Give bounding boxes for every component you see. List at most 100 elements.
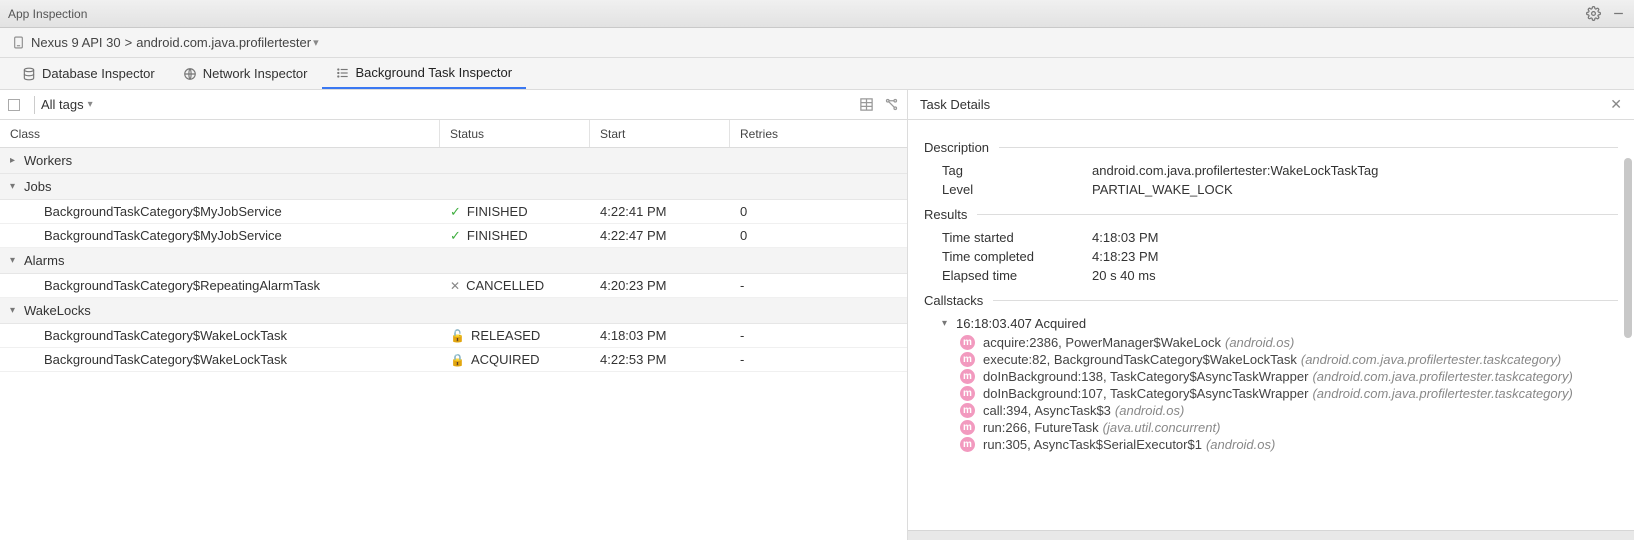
kv-time-started: Time started 4:18:03 PM	[942, 230, 1618, 245]
graph-view-icon[interactable]	[884, 97, 899, 112]
task-details-panel: Task Details ✕ Description Tag android.c…	[908, 90, 1634, 540]
cell-class: BackgroundTaskCategory$RepeatingAlarmTas…	[0, 278, 440, 293]
kv-elapsed: Elapsed time 20 s 40 ms	[942, 268, 1618, 283]
tab-label: Database Inspector	[42, 66, 155, 81]
section-description: Description	[924, 140, 1618, 155]
th-class[interactable]: Class	[0, 120, 440, 147]
cell-start: 4:22:41 PM	[590, 204, 730, 219]
tab-label: Network Inspector	[203, 66, 308, 81]
tab-background-task-inspector[interactable]: Background Task Inspector	[322, 58, 527, 89]
group-alarms[interactable]: ▾ Alarms	[0, 248, 907, 274]
cell-status: 🔒ACQUIRED	[440, 352, 590, 367]
group-jobs[interactable]: ▾ Jobs	[0, 174, 907, 200]
chevron-down-icon: ▾	[10, 255, 24, 266]
globe-icon	[183, 67, 197, 81]
table-row[interactable]: BackgroundTaskCategory$MyJobService ✓FIN…	[0, 200, 907, 224]
method-badge-icon: m	[960, 420, 975, 435]
lock-icon: 🔒	[450, 353, 465, 367]
stack-frame[interactable]: mdoInBackground:138, TaskCategory$AsyncT…	[960, 369, 1618, 384]
task-list-toolbar: All tags ▾	[0, 90, 907, 120]
cell-start: 4:22:53 PM	[590, 352, 730, 367]
details-title: Task Details	[920, 97, 1610, 112]
chevron-down-icon: ▾	[10, 305, 24, 316]
th-start[interactable]: Start	[590, 120, 730, 147]
breadcrumb-process: android.com.java.profilertester	[136, 35, 311, 50]
gear-icon[interactable]	[1586, 6, 1601, 21]
kv-tag: Tag android.com.java.profilertester:Wake…	[942, 163, 1618, 178]
chevron-down-icon: ▾	[88, 99, 93, 110]
scrollbar-thumb[interactable]	[1624, 158, 1632, 338]
database-icon	[22, 67, 36, 81]
cell-status: ✓FINISHED	[440, 228, 590, 244]
breadcrumb-device: Nexus 9 API 30	[31, 35, 121, 50]
cell-start: 4:20:23 PM	[590, 278, 730, 293]
close-icon[interactable]: ✕	[1610, 96, 1622, 113]
cell-status: ✕CANCELLED	[440, 278, 590, 293]
cell-class: BackgroundTaskCategory$WakeLockTask	[0, 352, 440, 367]
details-body: Description Tag android.com.java.profile…	[908, 120, 1634, 540]
tab-database-inspector[interactable]: Database Inspector	[8, 58, 169, 89]
stack-frame[interactable]: mrun:266, FutureTask(java.util.concurren…	[960, 420, 1618, 435]
kv-time-completed: Time completed 4:18:23 PM	[942, 249, 1618, 264]
check-icon: ✓	[450, 204, 461, 220]
cell-retries: -	[730, 278, 890, 293]
method-badge-icon: m	[960, 369, 975, 384]
cell-class: BackgroundTaskCategory$MyJobService	[0, 228, 440, 243]
cell-retries: -	[730, 328, 890, 343]
minimize-icon[interactable]	[1611, 6, 1626, 21]
divider	[34, 96, 35, 114]
titlebar: App Inspection	[0, 0, 1634, 28]
table-view-icon[interactable]	[859, 97, 874, 112]
breadcrumb[interactable]: Nexus 9 API 30 > android.com.java.profil…	[0, 28, 1634, 58]
x-icon: ✕	[450, 279, 460, 293]
list-icon	[336, 66, 350, 80]
table-row[interactable]: BackgroundTaskCategory$RepeatingAlarmTas…	[0, 274, 907, 298]
cell-class: BackgroundTaskCategory$MyJobService	[0, 204, 440, 219]
panel-title: App Inspection	[8, 7, 1576, 21]
cell-status: 🔓RELEASED	[440, 328, 590, 343]
chevron-down-icon: ▾	[313, 36, 319, 49]
chevron-down-icon: ▾	[942, 318, 956, 329]
task-list-panel: All tags ▾ Class Status Start Retries ▸ …	[0, 90, 908, 540]
tags-filter-dropdown[interactable]: All tags ▾	[41, 97, 93, 112]
table-header: Class Status Start Retries	[0, 120, 907, 148]
callstack-node[interactable]: ▾ 16:18:03.407 Acquired	[942, 316, 1618, 331]
cell-start: 4:18:03 PM	[590, 328, 730, 343]
tags-filter-label: All tags	[41, 97, 84, 112]
chevron-right-icon: ▸	[10, 155, 24, 166]
tab-network-inspector[interactable]: Network Inspector	[169, 58, 322, 89]
cell-status: ✓FINISHED	[440, 204, 590, 220]
group-wakelocks[interactable]: ▾ WakeLocks	[0, 298, 907, 324]
cell-start: 4:22:47 PM	[590, 228, 730, 243]
stop-icon[interactable]	[8, 99, 20, 111]
section-results: Results	[924, 207, 1618, 222]
details-header: Task Details ✕	[908, 90, 1634, 120]
th-status[interactable]: Status	[440, 120, 590, 147]
stack-frame[interactable]: macquire:2386, PowerManager$WakeLock(and…	[960, 335, 1618, 350]
group-workers[interactable]: ▸ Workers	[0, 148, 907, 174]
table-row[interactable]: BackgroundTaskCategory$WakeLockTask 🔓REL…	[0, 324, 907, 348]
cell-retries: -	[730, 352, 890, 367]
th-retries[interactable]: Retries	[730, 120, 890, 147]
horizontal-scrollbar[interactable]	[908, 530, 1634, 540]
method-badge-icon: m	[960, 386, 975, 401]
method-badge-icon: m	[960, 335, 975, 350]
table-row[interactable]: BackgroundTaskCategory$MyJobService ✓FIN…	[0, 224, 907, 248]
stack-frame[interactable]: mrun:305, AsyncTask$SerialExecutor$1(and…	[960, 437, 1618, 452]
table-body: ▸ Workers ▾ Jobs BackgroundTaskCategory$…	[0, 148, 907, 540]
method-badge-icon: m	[960, 437, 975, 452]
tab-label: Background Task Inspector	[356, 65, 513, 80]
inspector-tabs: Database Inspector Network Inspector Bac…	[0, 58, 1634, 90]
device-icon	[12, 36, 25, 49]
stack-frame[interactable]: mdoInBackground:107, TaskCategory$AsyncT…	[960, 386, 1618, 401]
cell-retries: 0	[730, 204, 890, 219]
section-callstacks: Callstacks	[924, 293, 1618, 308]
check-icon: ✓	[450, 228, 461, 244]
cell-retries: 0	[730, 228, 890, 243]
cell-class: BackgroundTaskCategory$WakeLockTask	[0, 328, 440, 343]
table-row[interactable]: BackgroundTaskCategory$WakeLockTask 🔒ACQ…	[0, 348, 907, 372]
method-badge-icon: m	[960, 352, 975, 367]
stack-frame[interactable]: mcall:394, AsyncTask$3(android.os)	[960, 403, 1618, 418]
stack-frame[interactable]: mexecute:82, BackgroundTaskCategory$Wake…	[960, 352, 1618, 367]
chevron-down-icon: ▾	[10, 181, 24, 192]
